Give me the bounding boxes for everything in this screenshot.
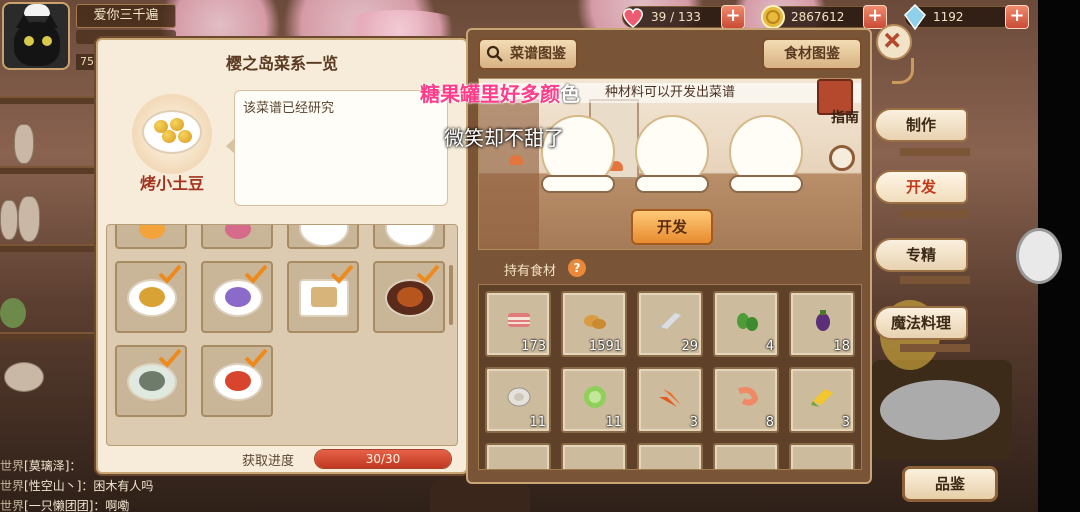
- ingredient-book-button[interactable]: 食材图鉴: [762, 38, 862, 70]
- floating-assist-button[interactable]: [1016, 228, 1062, 284]
- bacon-icon: [508, 313, 530, 327]
- add-stamina-button[interactable]: +: [721, 5, 745, 29]
- ingredient-cell[interactable]: [637, 443, 703, 469]
- dish-cell[interactable]: [115, 225, 187, 249]
- clock-icon: [829, 145, 855, 171]
- ingredient-fish[interactable]: 29: [637, 291, 703, 357]
- ingredient-shrimp[interactable]: 8: [713, 367, 779, 433]
- check-icon: [416, 264, 440, 284]
- gold-coin-icon: [761, 5, 785, 29]
- selected-dish-name: 烤小土豆: [139, 174, 204, 193]
- ingredient-cell[interactable]: [789, 443, 855, 469]
- progress-label: 获取进度: [242, 454, 295, 469]
- selected-dish-portrait: [132, 94, 212, 174]
- encyclopedia-button[interactable]: 品鉴: [902, 466, 998, 502]
- dish-cell[interactable]: [201, 225, 273, 249]
- player-level: 75: [76, 54, 98, 70]
- lyric-line-2: 微笑却不甜了: [444, 126, 564, 150]
- develop-button[interactable]: 开发: [631, 209, 713, 245]
- ingredient-bacon[interactable]: 173: [485, 291, 551, 357]
- ingredient-cell[interactable]: [485, 443, 551, 469]
- recipe-collection-panel: 樱之岛菜系一览 烤小土豆 该菜谱已经研究 获取进度 30/30: [96, 38, 468, 474]
- check-icon: [244, 348, 268, 368]
- player-name: 爱你三千遍: [76, 4, 176, 28]
- ingredient-carrot[interactable]: 3: [637, 367, 703, 433]
- specialize-button[interactable]: 专精: [874, 238, 968, 272]
- guide-button[interactable]: 指南: [831, 107, 859, 127]
- dish-cell[interactable]: [201, 345, 273, 417]
- dish-cell[interactable]: [287, 225, 359, 249]
- eggplant-icon: [816, 310, 830, 331]
- close-icon: [884, 32, 900, 48]
- player-avatar[interactable]: [2, 2, 70, 70]
- carrot-icon: [659, 389, 681, 407]
- ingredient-green-pepper[interactable]: 4: [713, 291, 779, 357]
- stamina-bar: 39 / 133 +: [622, 5, 745, 29]
- ingredient-grid: 173 1591 29 4 18 11 11 3 8 3: [478, 284, 862, 470]
- make-button[interactable]: 制作: [874, 108, 968, 142]
- progress-bar: 30/30: [314, 449, 452, 469]
- dish-cell[interactable]: [115, 261, 187, 333]
- dish-cell[interactable]: [287, 261, 359, 333]
- gold-bar: 2867612 +: [761, 5, 887, 29]
- chat-line: 世界[性空山丶]：困木有人吗: [0, 479, 154, 493]
- panel-title: 樱之岛菜系一览: [225, 54, 338, 73]
- search-icon: [486, 45, 503, 62]
- potato-icon: [584, 315, 606, 329]
- green-pepper-icon: [737, 313, 758, 331]
- recipe-book-button[interactable]: 菜谱图鉴: [478, 38, 578, 70]
- help-icon[interactable]: ?: [568, 259, 586, 277]
- dish-grid: [106, 224, 458, 446]
- lettuce-icon: [584, 386, 606, 408]
- dish-cell[interactable]: [201, 261, 273, 333]
- ingredient-cell[interactable]: [561, 443, 627, 469]
- check-icon: [158, 264, 182, 284]
- chat-line: 世界[莫璃泽]：: [0, 459, 82, 473]
- check-icon: [244, 264, 268, 284]
- ingredient-cell[interactable]: [713, 443, 779, 469]
- dish-cell[interactable]: [115, 345, 187, 417]
- develop-tab-button[interactable]: 开发: [874, 170, 968, 204]
- close-button[interactable]: [876, 24, 912, 60]
- chat-line: 世界[一只懒团团]：啊嘞: [0, 499, 130, 512]
- inventory-label: 持有食材: [504, 264, 557, 279]
- dish-cell[interactable]: [373, 261, 445, 333]
- gem-value: 1192: [933, 10, 964, 24]
- corn-icon: [811, 389, 833, 407]
- progress-text: 30/30: [365, 452, 401, 466]
- ingredient-eggplant[interactable]: 18: [789, 291, 855, 357]
- add-gems-button[interactable]: +: [1005, 5, 1029, 29]
- dish-description: 该菜谱已经研究: [234, 90, 448, 206]
- gem-bar: 1192 +: [904, 3, 1029, 31]
- magic-cooking-button[interactable]: 魔法料理: [874, 306, 968, 340]
- ingredient-lettuce[interactable]: 11: [561, 367, 627, 433]
- ingredient-oyster[interactable]: 11: [485, 367, 551, 433]
- world-chat[interactable]: 世界[莫璃泽]： 世界[性空山丶]：困木有人吗 世界[一只懒团团]：啊嘞: [0, 456, 200, 512]
- check-icon: [158, 348, 182, 368]
- shrimp-icon: [738, 387, 759, 406]
- ingredient-corn[interactable]: 3: [789, 367, 855, 433]
- oyster-icon: [507, 387, 531, 407]
- dish-cell[interactable]: [373, 225, 445, 249]
- heart-icon: [623, 8, 643, 28]
- check-icon: [330, 264, 354, 284]
- stamina-value: 39 / 133: [651, 10, 701, 24]
- gold-value: 2867612: [791, 10, 845, 24]
- lyric-line-1: 糖果罐里好多颜色: [420, 82, 580, 106]
- grid-scrollbar[interactable]: [449, 265, 453, 325]
- fish-icon: [658, 313, 681, 331]
- ingredient-potato[interactable]: 1591: [561, 291, 627, 357]
